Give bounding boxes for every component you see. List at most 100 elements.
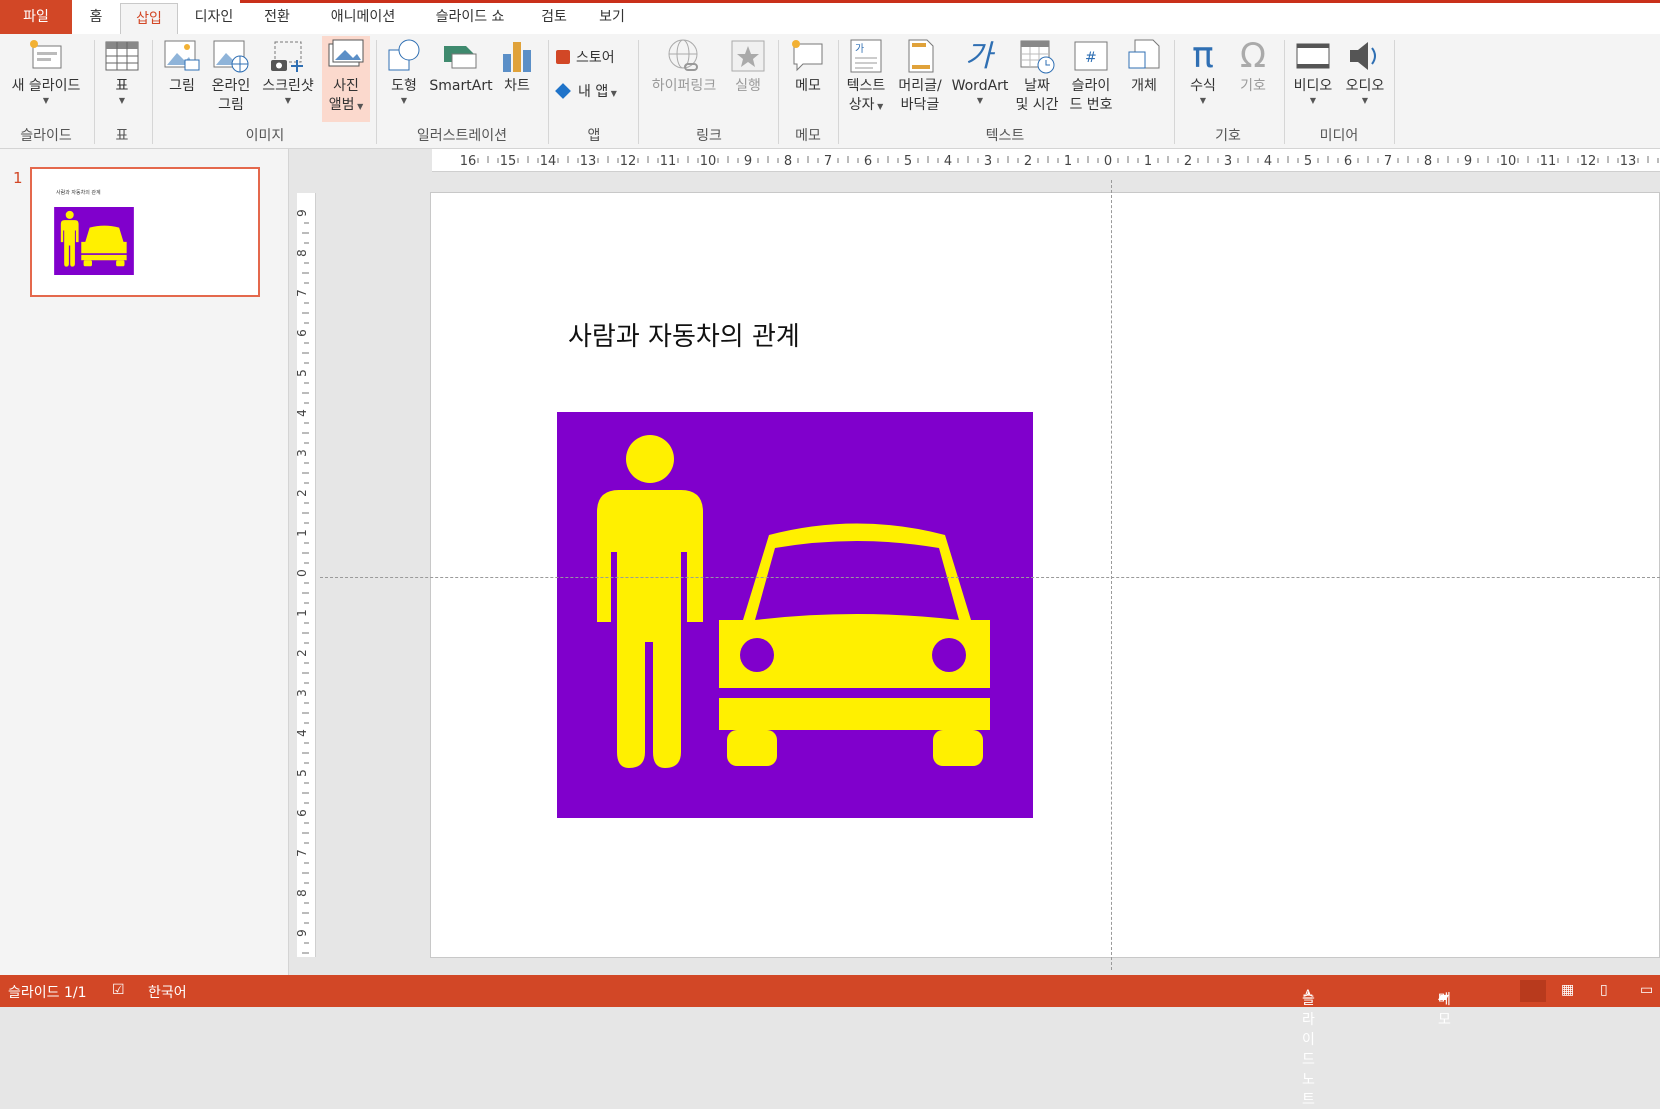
slide-sorter-icon[interactable]: ▦ bbox=[1561, 982, 1574, 998]
chevron-down-icon: ▼ bbox=[118, 96, 126, 105]
tab-transitions[interactable]: 전환 bbox=[256, 0, 298, 34]
slideshow-view-icon[interactable]: ▭ bbox=[1640, 982, 1653, 998]
tab-design[interactable]: 디자인 bbox=[186, 0, 242, 34]
video-button[interactable]: 비디오 ▼ bbox=[1288, 38, 1338, 106]
ribbon-insert: 새 슬라이드 ▼ 표 ▼ 그림 온라인 그림 스크린샷 ▼ 사진 앨범 ▼ 도형… bbox=[0, 34, 1660, 149]
language-indicator[interactable]: 한국어 bbox=[148, 982, 187, 1002]
online-picture-label-2: 그림 bbox=[218, 97, 244, 113]
group-separator bbox=[1284, 40, 1285, 144]
new-slide-button[interactable]: 새 슬라이드 ▼ bbox=[4, 38, 88, 106]
picture-button[interactable]: 그림 bbox=[160, 38, 204, 96]
svg-text:가: 가 bbox=[855, 43, 864, 55]
slide-title[interactable]: 사람과 자동차의 관계 bbox=[568, 316, 800, 353]
tab-file[interactable]: 파일 bbox=[0, 0, 72, 34]
spellcheck-icon[interactable]: ☑ bbox=[112, 982, 125, 998]
smartart-label: SmartArt bbox=[429, 78, 493, 94]
header-footer-icon bbox=[901, 38, 939, 74]
vertical-ruler-ticks: 9 8 7 6 5 4 3 2 1 0 1 2 3 4 5 6 7 8 9 bbox=[295, 209, 309, 964]
ruler-tick-label: 7 bbox=[297, 849, 309, 857]
ruler-tick-label: 5 bbox=[1304, 154, 1312, 169]
hyperlink-button[interactable]: 하이퍼링크 bbox=[644, 38, 724, 96]
chart-button[interactable]: 차트 bbox=[496, 38, 538, 96]
group-label-illustrations: 일러스트레이션 bbox=[416, 128, 508, 144]
tab-review[interactable]: 검토 bbox=[536, 0, 572, 34]
slide-number-label-2: 드 번호 bbox=[1069, 97, 1113, 113]
tab-insert[interactable]: 삽입 bbox=[120, 3, 178, 35]
group-separator bbox=[548, 40, 549, 144]
shapes-button[interactable]: 도형 ▼ bbox=[382, 38, 426, 106]
equation-button[interactable]: π 수식 ▼ bbox=[1180, 38, 1226, 106]
screenshot-button[interactable]: 스크린샷 ▼ bbox=[256, 38, 320, 106]
ruler-tick-label: 0 bbox=[1104, 154, 1112, 169]
horizontal-ruler-ticks: 16 15 14 13 12 11 10 9 8 7 6 5 4 3 2 1 0 1 2 3 4 5 6 7 8 9 10 11 12 1… bbox=[460, 154, 1659, 169]
normal-view-icon[interactable] bbox=[1520, 980, 1546, 1002]
comment-label: 메모 bbox=[795, 78, 821, 94]
ruler-tick-label: 5 bbox=[904, 154, 912, 169]
video-label: 비디오 bbox=[1293, 78, 1333, 94]
ruler-tick-label: 13 bbox=[580, 154, 597, 169]
ruler-tick-label: 9 bbox=[1464, 154, 1472, 169]
table-button[interactable]: 표 ▼ bbox=[100, 38, 144, 106]
group-separator bbox=[1174, 40, 1175, 144]
group-label-symbols: 기호 bbox=[1215, 128, 1241, 144]
svg-text:#: # bbox=[1085, 50, 1097, 66]
smartart-button[interactable]: SmartArt bbox=[428, 38, 494, 96]
group-label-comments: 메모 bbox=[795, 128, 821, 144]
slide-thumbnail[interactable]: 사람과 자동차의 관계 bbox=[30, 167, 260, 297]
tab-animations[interactable]: 애니메이션 bbox=[318, 0, 408, 34]
slide-number-button[interactable]: # 슬라이 드 번호 bbox=[1064, 38, 1118, 115]
comment-button[interactable]: 메모 bbox=[784, 38, 832, 96]
horizontal-guide[interactable] bbox=[320, 577, 1660, 578]
ruler-tick-label: 8 bbox=[297, 249, 309, 257]
textbox-button[interactable]: 가 텍스트 상자 ▼ bbox=[842, 38, 890, 115]
photo-album-label-1: 사진 bbox=[333, 78, 359, 94]
ruler-tick-label: 9 bbox=[744, 154, 752, 169]
ruler-tick-label: 4 bbox=[1264, 154, 1272, 169]
ruler-tick-label: 3 bbox=[984, 154, 992, 169]
my-apps-button[interactable]: 내 앱 ▼ bbox=[555, 80, 617, 104]
chevron-down-icon: ▼ bbox=[608, 89, 617, 98]
vertical-ruler: 9 8 7 6 5 4 3 2 1 0 1 2 3 4 5 6 7 8 9 bbox=[295, 193, 316, 964]
tab-view[interactable]: 보기 bbox=[594, 0, 630, 34]
new-slide-label: 새 슬라이드 bbox=[11, 78, 81, 94]
svg-text:가: 가 bbox=[965, 39, 996, 74]
omega-icon: Ω bbox=[1240, 36, 1266, 76]
chevron-down-icon: ▼ bbox=[1361, 96, 1369, 105]
my-apps-icon bbox=[555, 83, 571, 99]
textbox-label-1: 텍스트 bbox=[846, 78, 886, 94]
star-action-icon bbox=[729, 38, 767, 74]
ruler-tick-label: 4 bbox=[297, 409, 309, 417]
tab-slideshow[interactable]: 슬라이드 쇼 bbox=[424, 0, 516, 34]
header-footer-label-2: 바닥글 bbox=[900, 97, 940, 113]
online-picture-button[interactable]: 온라인 그림 bbox=[206, 38, 256, 115]
tab-home[interactable]: 홈 bbox=[80, 0, 112, 34]
vertical-guide[interactable] bbox=[1111, 180, 1112, 970]
person-car-picture[interactable] bbox=[557, 412, 1033, 818]
screenshot-label: 스크린샷 bbox=[262, 78, 314, 94]
wordart-label: WordArt bbox=[951, 78, 1009, 94]
globe-link-icon bbox=[665, 38, 703, 74]
table-icon bbox=[103, 38, 141, 74]
ribbon-tab-bar: 파일 홈 삽입 디자인 전환 애니메이션 슬라이드 쇼 검토 보기 bbox=[0, 0, 1660, 35]
audio-label: 오디오 bbox=[1345, 78, 1385, 94]
header-footer-button[interactable]: 머리글/ 바닥글 bbox=[892, 38, 948, 115]
ruler-tick-label: 14 bbox=[540, 154, 557, 169]
ruler-tick-label: 8 bbox=[297, 889, 309, 897]
action-button[interactable]: 실행 bbox=[726, 38, 770, 96]
reading-view-icon[interactable]: ▯ bbox=[1600, 982, 1608, 998]
my-apps-label: 내 앱 bbox=[578, 84, 609, 100]
hyperlink-label: 하이퍼링크 bbox=[651, 78, 717, 94]
group-separator bbox=[94, 40, 95, 144]
equation-label: 수식 bbox=[1190, 78, 1216, 94]
group-separator bbox=[838, 40, 839, 144]
store-button[interactable]: 스토어 bbox=[556, 46, 615, 70]
datetime-button[interactable]: 날짜 및 시간 bbox=[1010, 38, 1064, 115]
symbol-button[interactable]: Ω 기호 bbox=[1230, 38, 1276, 96]
ruler-tick-label: 2 bbox=[297, 649, 309, 657]
symbol-label: 기호 bbox=[1240, 78, 1266, 94]
wordart-button[interactable]: 가 WordArt ▼ bbox=[950, 38, 1010, 106]
audio-button[interactable]: 오디오 ▼ bbox=[1340, 38, 1390, 106]
object-button[interactable]: 개체 bbox=[1120, 38, 1168, 96]
photo-album-button[interactable]: 사진 앨범 ▼ bbox=[322, 36, 370, 122]
ruler-tick-label: 9 bbox=[297, 929, 309, 937]
